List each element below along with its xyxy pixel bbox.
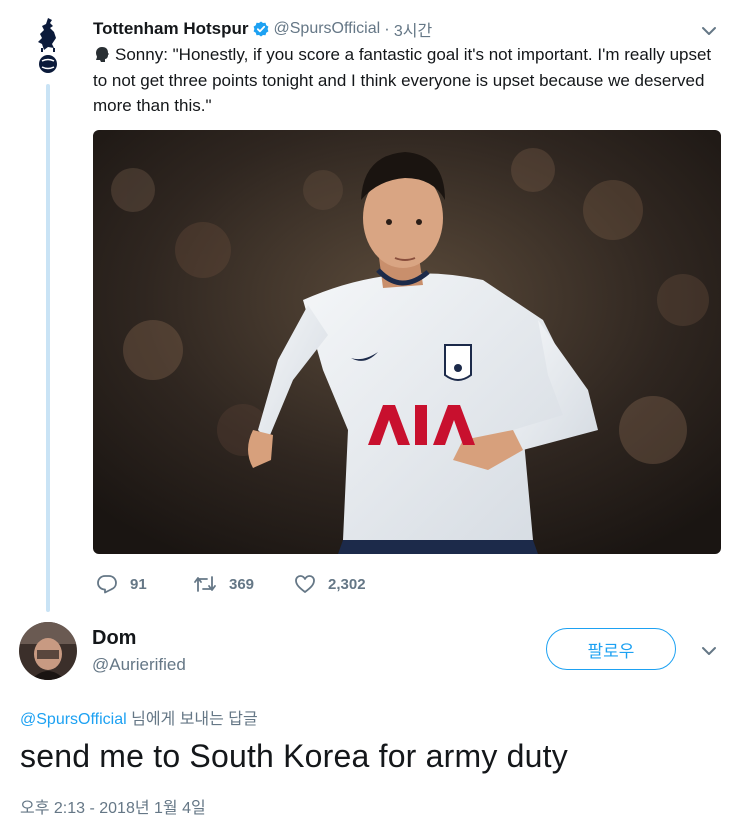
reply-author-avatar[interactable] (19, 622, 77, 680)
heart-icon (295, 575, 315, 593)
tweet-text-block: Sonny: "Honestly, if you score a fantast… (93, 42, 718, 119)
reply-icon (97, 575, 117, 594)
verified-badge-icon (253, 21, 269, 37)
reply-text: send me to South Korea for army duty (20, 738, 568, 774)
chevron-down-icon[interactable] (700, 22, 718, 40)
retweet-icon (194, 576, 216, 592)
retweet-count: 369 (229, 575, 255, 593)
author-handle[interactable]: @SpursOfficial (274, 20, 381, 38)
thread-connector-line (46, 84, 50, 612)
reply-action[interactable]: 91 (96, 574, 193, 594)
tweet-actions: 91 369 2,302 (96, 574, 366, 594)
reply-menu-chevron-down-icon[interactable] (700, 642, 718, 660)
replying-to: @SpursOfficial 님에게 보내는 답글 (20, 705, 258, 729)
reply-author-name[interactable]: Dom (92, 627, 136, 650)
reply-author-handle[interactable]: @Aurierified (92, 655, 186, 675)
tweet-time[interactable]: 3시간 (394, 17, 432, 41)
tweet-header: Tottenham Hotspur @SpursOfficial · 3시간 (93, 17, 432, 41)
retweet-action[interactable]: 369 (193, 574, 294, 594)
follow-button[interactable]: 팔로우 (546, 628, 676, 670)
author-name[interactable]: Tottenham Hotspur (93, 19, 249, 39)
tweet-photo[interactable] (93, 130, 721, 554)
avatar-photo (19, 622, 77, 680)
player-photo-illustration (93, 130, 721, 554)
reply-to-suffix: 님에게 보내는 답글 (126, 711, 258, 728)
like-count: 2,302 (328, 575, 366, 593)
reply-timestamp[interactable]: 오후 2:13 - 2018년 1월 4일 (20, 794, 206, 818)
reply-count: 91 (130, 575, 147, 593)
tweet-text: Sonny: "Honestly, if you score a fantast… (93, 45, 712, 115)
spurs-cockerel-logo-icon (38, 18, 57, 73)
speaking-head-icon (93, 45, 111, 63)
spurs-avatar[interactable] (28, 14, 68, 76)
separator-dot: · (384, 19, 390, 38)
reply-to-mention[interactable]: @SpursOfficial (20, 711, 127, 728)
like-action[interactable]: 2,302 (294, 574, 366, 594)
